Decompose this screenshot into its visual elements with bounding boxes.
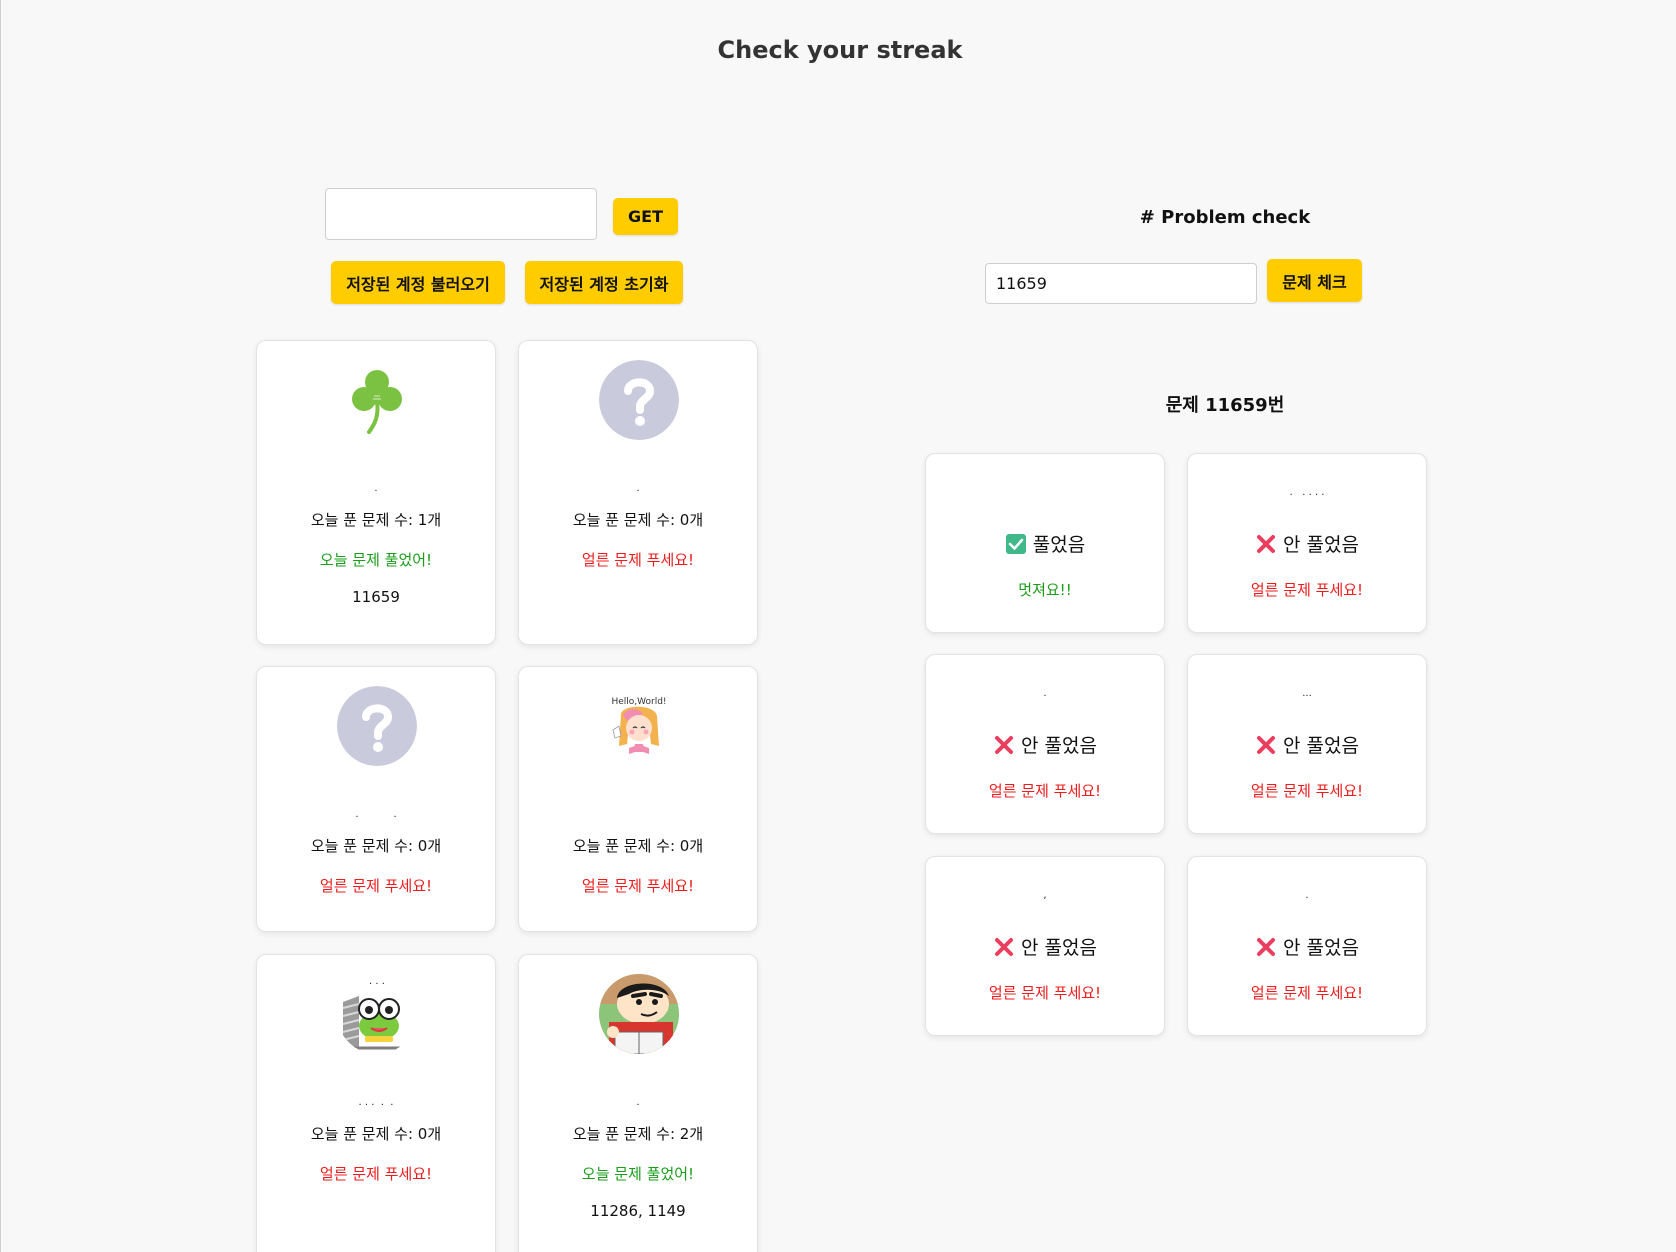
user-card: . 오늘 푼 문제 수: 2개 오늘 문제 풀었어! 11286, 1149 xyxy=(518,954,758,1252)
name-mark: . . xyxy=(355,809,397,820)
problem-result-card: . 안 풀었음 얼른 문제 푸세요! xyxy=(1187,856,1427,1036)
window-edge xyxy=(0,0,1,1252)
problem-result-card: ... 안 풀었음 얼른 문제 푸세요! xyxy=(1187,654,1427,834)
result-message: 얼른 문제 푸세요! xyxy=(1250,984,1364,1002)
question-mark-icon xyxy=(337,686,417,766)
solved-count: 오늘 푼 문제 수: 0개 xyxy=(572,837,704,855)
name-mark: , xyxy=(1043,890,1047,901)
name-mark: . . . . . xyxy=(358,1097,394,1108)
solved-count: 오늘 푼 문제 수: 2개 xyxy=(572,1125,704,1143)
red-x-icon xyxy=(1255,533,1277,555)
result-status-text: 안 풀었음 xyxy=(1283,937,1359,959)
problem-result-heading: 문제 11659번 xyxy=(1165,395,1285,416)
solved-problems: 11286, 1149 xyxy=(590,1202,686,1220)
result-message: 얼른 문제 푸세요! xyxy=(988,782,1102,800)
result-message: 얼른 문제 푸세요! xyxy=(1250,782,1364,800)
name-mark: . xyxy=(636,1097,640,1108)
result-status-text: 안 풀었음 xyxy=(1283,735,1359,757)
result-status: 안 풀었음 xyxy=(926,731,1164,758)
problem-result-card: , 안 풀었음 얼른 문제 푸세요! xyxy=(925,856,1165,1036)
get-button[interactable]: GET xyxy=(613,198,678,235)
solved-count: 오늘 푼 문제 수: 1개 xyxy=(310,511,442,529)
svg-text:. . .: . . . xyxy=(369,976,385,987)
cartoon-boy-icon xyxy=(599,974,679,1054)
name-mark: ... xyxy=(1302,688,1312,699)
page-title: Check your streak xyxy=(717,36,963,64)
user-card: . . . . . . . . 오늘 푼 문제 수: 0개 얼른 문제 푸세요! xyxy=(256,954,496,1252)
streak-status: 얼른 문제 푸세요! xyxy=(319,877,433,895)
name-mark: . xyxy=(1305,890,1309,901)
solved-problems: 11659 xyxy=(352,588,400,606)
green-check-icon xyxy=(1005,533,1027,555)
result-status-text: 안 풀었음 xyxy=(1021,937,1097,959)
reset-saved-account-button[interactable]: 저장된 계정 초기화 xyxy=(525,261,683,304)
problem-number-input[interactable] xyxy=(985,263,1257,304)
user-card: . 오늘 푼 문제 수: 0개 얼른 문제 푸세요! xyxy=(518,340,758,645)
name-mark: . xyxy=(374,483,378,494)
red-x-icon xyxy=(993,936,1015,958)
result-message: 얼른 문제 푸세요! xyxy=(988,984,1102,1002)
name-mark: . xyxy=(1043,688,1047,699)
clover-icon xyxy=(337,360,417,440)
red-x-icon xyxy=(1255,734,1277,756)
avatar-text: Hello,World! xyxy=(611,697,666,707)
user-card: Hello,World! 오늘 푼 문제 수: 0개 얼른 문제 푸세요! xyxy=(518,666,758,932)
problem-check-button[interactable]: 문제 체크 xyxy=(1267,259,1362,302)
result-status: 안 풀었음 xyxy=(1188,530,1426,557)
result-status-text: 안 풀었음 xyxy=(1283,534,1359,556)
streak-status: 오늘 문제 풀었어! xyxy=(581,1165,695,1183)
name-mark: . xyxy=(636,483,640,494)
result-status: 안 풀었음 xyxy=(1188,731,1426,758)
streak-status: 오늘 문제 풀었어! xyxy=(319,551,433,569)
solved-count: 오늘 푼 문제 수: 0개 xyxy=(310,1125,442,1143)
problem-check-heading: # Problem check xyxy=(1139,207,1311,228)
streak-page: Check your streak GET 저장된 계정 불러오기 저장된 계정… xyxy=(0,0,1676,1252)
result-message: 멋져요!! xyxy=(1018,581,1072,599)
problem-result-card: . 안 풀었음 얼른 문제 푸세요! xyxy=(925,654,1165,834)
solved-count: 오늘 푼 문제 수: 0개 xyxy=(310,837,442,855)
hello-world-girl-icon: Hello,World! xyxy=(599,686,679,766)
streak-status: 얼른 문제 푸세요! xyxy=(581,877,695,895)
user-card: . 오늘 푼 문제 수: 1개 오늘 문제 풀었어! 11659 xyxy=(256,340,496,645)
account-id-input[interactable] xyxy=(325,188,597,240)
result-status-text: 안 풀었음 xyxy=(1021,735,1097,757)
result-status: 안 풀었음 xyxy=(1188,933,1426,960)
user-card: . . 오늘 푼 문제 수: 0개 얼른 문제 푸세요! xyxy=(256,666,496,932)
question-mark-icon xyxy=(599,360,679,440)
result-status: 안 풀었음 xyxy=(926,933,1164,960)
load-saved-account-button[interactable]: 저장된 계정 불러오기 xyxy=(331,261,505,304)
result-message: 얼른 문제 푸세요! xyxy=(1250,581,1364,599)
result-status: 풀었음 xyxy=(926,530,1164,557)
problem-result-card: 풀었음 멋져요!! xyxy=(925,453,1165,633)
solved-count: 오늘 푼 문제 수: 0개 xyxy=(572,511,704,529)
green-frog-icon: . . . xyxy=(337,974,417,1054)
red-x-icon xyxy=(993,734,1015,756)
streak-status: 얼른 문제 푸세요! xyxy=(319,1165,433,1183)
red-x-icon xyxy=(1255,936,1277,958)
name-mark: . . . . . xyxy=(1289,487,1325,498)
problem-result-card: . . . . . 안 풀었음 얼른 문제 푸세요! xyxy=(1187,453,1427,633)
result-status-text: 풀었음 xyxy=(1032,534,1086,556)
streak-status: 얼른 문제 푸세요! xyxy=(581,551,695,569)
